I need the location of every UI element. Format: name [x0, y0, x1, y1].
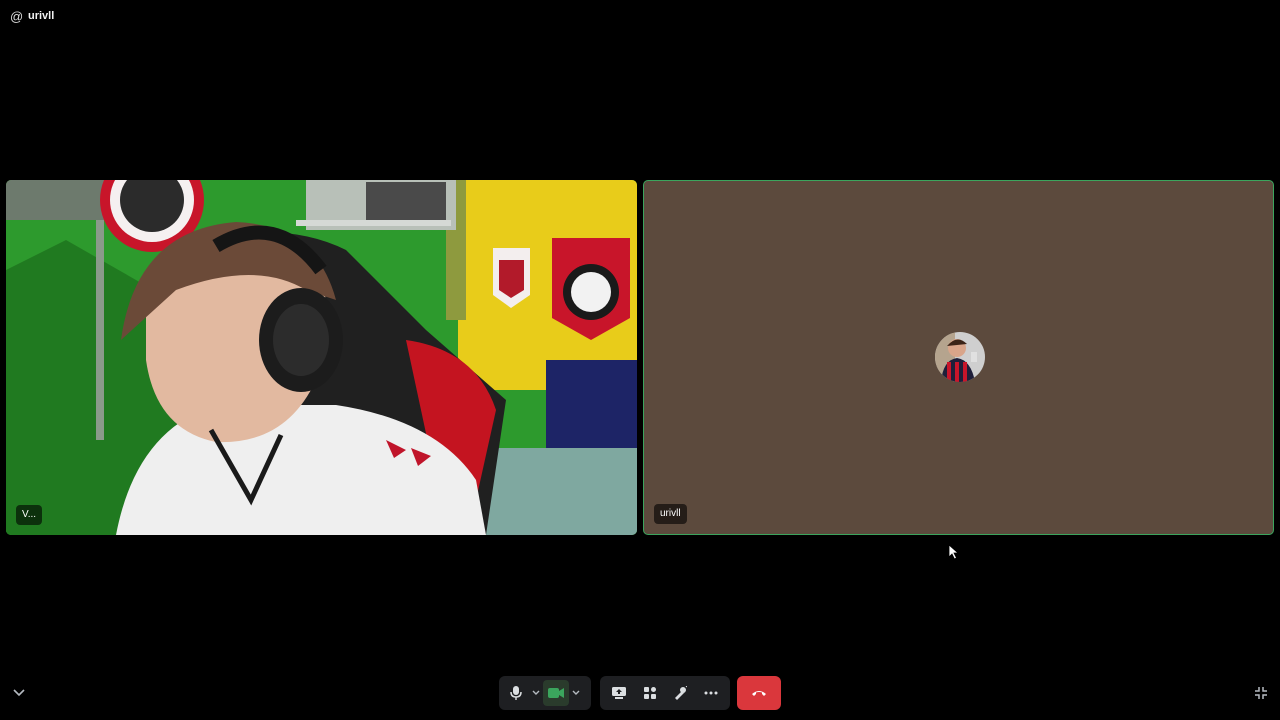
more-options-button[interactable]: [698, 680, 724, 706]
more-icon: [704, 691, 718, 695]
camera-button[interactable]: [543, 680, 569, 706]
hangup-icon: [752, 691, 766, 696]
camera-icon: [548, 688, 564, 698]
chevron-down-icon: [532, 690, 540, 695]
activities-button[interactable]: [637, 680, 663, 706]
mouse-cursor-icon: [948, 544, 960, 560]
disconnect-button[interactable]: [737, 676, 781, 710]
channel-name[interactable]: urivll: [28, 10, 54, 22]
microphone-icon: [510, 686, 522, 700]
exit-fullscreen-button[interactable]: [1250, 682, 1272, 704]
activities-icon: [643, 687, 656, 699]
activity-controls: [600, 676, 730, 710]
participant-avatar: [935, 332, 985, 382]
audio-video-controls: [499, 676, 591, 710]
collapse-call-button[interactable]: [8, 682, 30, 704]
camera-options-button[interactable]: [569, 680, 583, 706]
microphone-button[interactable]: [503, 680, 529, 706]
participant-name-tag: urivll: [654, 504, 687, 524]
video-tile-local[interactable]: V...: [6, 180, 637, 535]
microphone-options-button[interactable]: [529, 680, 543, 706]
call-header: @ urivll: [0, 0, 1280, 32]
webcam-video: [6, 180, 637, 535]
at-icon: @: [10, 8, 24, 24]
video-tile-remote[interactable]: urivll: [643, 180, 1274, 535]
chevron-down-icon: [572, 690, 580, 695]
avatar-image: [935, 332, 985, 382]
chevron-down-icon: [13, 689, 25, 697]
soundboard-button[interactable]: [667, 680, 693, 706]
participant-name-tag: V...: [16, 505, 43, 525]
soundboard-icon: [675, 686, 688, 700]
screen-share-button[interactable]: [606, 680, 632, 706]
exit-fullscreen-icon: [1255, 687, 1267, 699]
screen-share-icon: [612, 687, 627, 699]
